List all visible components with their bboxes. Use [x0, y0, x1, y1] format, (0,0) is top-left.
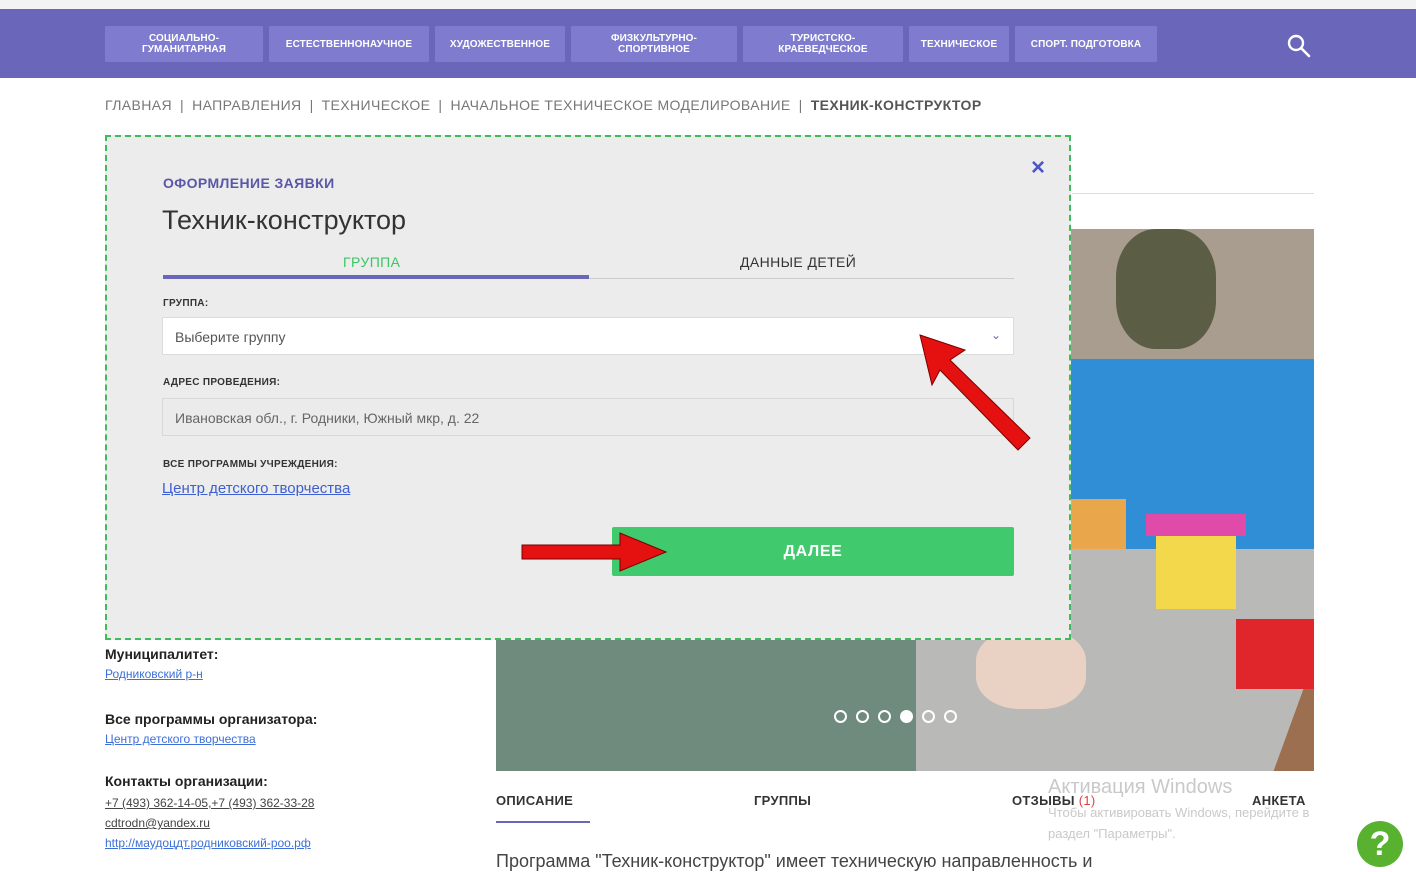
description-text: Программа "Техник-конструктор" имеет тех… — [496, 851, 1093, 871]
arrow-to-next-icon — [521, 532, 668, 572]
nav-label: ЕСТЕСТВЕННОНАУЧНОЕ — [285, 38, 413, 50]
modal-title: Техник-конструктор — [162, 205, 407, 235]
arrow-to-select-icon — [919, 334, 1031, 451]
breadcrumb-modeling[interactable]: НАЧАЛЬНОЕ ТЕХНИЧЕСКОЕ МОДЕЛИРОВАНИЕ — [450, 97, 790, 113]
nav-label: ТУРИСТСКО- КРАЕВЕДЧЕСКОЕ — [778, 33, 868, 55]
group-select[interactable]: Выберите группу ⌄ — [162, 317, 1014, 355]
nav-sport-training[interactable]: СПОРТ. ПОДГОТОВКА — [1015, 26, 1157, 62]
group-label: ГРУППА: — [163, 298, 209, 309]
tab-active-indicator — [163, 275, 589, 279]
address-value: Ивановская обл., г. Родники, Южный мкр, … — [175, 410, 480, 426]
modal-overline: ОФОРМЛЕНИЕ ЗАЯВКИ — [163, 175, 335, 191]
all-programs-modal-link[interactable]: Центр детского творчества — [162, 480, 350, 497]
photo-house-roof — [1146, 514, 1246, 536]
breadcrumb-home[interactable]: ГЛАВНАЯ — [105, 97, 172, 113]
contacts-email[interactable]: cdtrodn@yandex.ru — [105, 816, 210, 830]
nav-label: СОЦИАЛЬНО- ГУМАНИТАРНАЯ — [141, 33, 227, 55]
carousel-dot[interactable] — [878, 710, 891, 723]
breadcrumb-separator: | — [798, 97, 803, 113]
nav-sports[interactable]: ФИЗКУЛЬТУРНО- СПОРТИВНОЕ — [571, 26, 737, 62]
breadcrumb-technical[interactable]: ТЕХНИЧЕСКОЕ — [322, 97, 431, 113]
nav-tourism[interactable]: ТУРИСТСКО- КРАЕВЕДЧЕСКОЕ — [743, 26, 903, 62]
address-label: АДРЕС ПРОВЕДЕНИЯ: — [163, 377, 281, 388]
divider — [1072, 193, 1314, 194]
all-programs-link[interactable]: Центр детского творчества — [105, 732, 256, 746]
nav-label: ХУДОЖЕСТВЕННОЕ — [449, 38, 551, 50]
group-select-placeholder: Выберите группу — [175, 329, 286, 345]
windows-activation-line2: раздел "Параметры". — [1048, 826, 1176, 841]
tab-group[interactable]: ГРУППА — [343, 254, 400, 270]
nav-social-humanitarian[interactable]: СОЦИАЛЬНО- ГУМАНИТАРНАЯ — [105, 26, 263, 62]
top-navigation: СОЦИАЛЬНО- ГУМАНИТАРНАЯ ЕСТЕСТВЕННОНАУЧН… — [0, 9, 1416, 78]
breadcrumb-separator: | — [180, 97, 185, 113]
search-icon[interactable] — [1286, 33, 1312, 59]
municipality-link[interactable]: Родниковский р-н — [105, 667, 203, 681]
nav-technical[interactable]: ТЕХНИЧЕСКОЕ — [909, 26, 1009, 62]
nav-arts[interactable]: ХУДОЖЕСТВЕННОЕ — [435, 26, 565, 62]
contacts-website[interactable]: http://маудоцдт.родниковский-роо.рф — [105, 836, 311, 850]
tab-active-indicator — [496, 821, 590, 823]
next-button[interactable]: ДАЛЕЕ — [612, 527, 1014, 576]
breadcrumb: ГЛАВНАЯ | НАПРАВЛЕНИЯ | ТЕХНИЧЕСКОЕ | НАЧАЛЬНО… — [105, 97, 982, 113]
breadcrumb-separator: | — [438, 97, 443, 113]
carousel-dots — [834, 710, 957, 726]
tab-groups[interactable]: ГРУППЫ — [754, 793, 811, 808]
photo-hand — [976, 629, 1086, 709]
photo-house — [1156, 529, 1236, 609]
municipality-label: Муниципалитет: — [105, 646, 219, 662]
top-strip — [0, 0, 1416, 9]
breadcrumb-separator: | — [309, 97, 314, 113]
tab-children-data[interactable]: ДАННЫЕ ДЕТЕЙ — [740, 254, 856, 270]
nav-label: ФИЗКУЛЬТУРНО- СПОРТИВНОЕ — [610, 33, 697, 55]
windows-activation-line1: Чтобы активировать Windows, перейдите в — [1048, 805, 1310, 820]
help-button[interactable]: ? — [1357, 821, 1403, 867]
breadcrumb-current: ТЕХНИК-КОНСТРУКТОР — [810, 97, 982, 113]
carousel-dot[interactable] — [922, 710, 935, 723]
nav-natural-science[interactable]: ЕСТЕСТВЕННОНАУЧНОЕ — [269, 26, 429, 62]
breadcrumb-directions[interactable]: НАПРАВЛЕНИЯ — [192, 97, 301, 113]
photo-small-house — [1071, 499, 1126, 549]
carousel-dot-active[interactable] — [900, 710, 913, 723]
contacts-label: Контакты организации: — [105, 773, 268, 789]
tab-description[interactable]: ОПИСАНИЕ — [496, 793, 573, 808]
all-programs-label: Все программы организатора: — [105, 711, 318, 727]
photo-plant — [1116, 229, 1216, 349]
nav-label: ТЕХНИЧЕСКОЕ — [920, 38, 998, 50]
close-icon[interactable]: × — [1031, 154, 1045, 182]
nav-label: СПОРТ. ПОДГОТОВКА — [1030, 38, 1142, 50]
next-button-label: ДАЛЕЕ — [783, 542, 843, 560]
photo-red-block — [1236, 619, 1314, 689]
carousel-dot[interactable] — [944, 710, 957, 723]
carousel-dot[interactable] — [856, 710, 869, 723]
carousel-dot[interactable] — [834, 710, 847, 723]
all-programs-modal-label: ВСЕ ПРОГРАММЫ УЧРЕЖДЕНИЯ: — [163, 459, 338, 470]
address-field: Ивановская обл., г. Родники, Южный мкр, … — [162, 398, 1014, 436]
contacts-phones: +7 (493) 362-14-05,+7 (493) 362-33-28 — [105, 796, 315, 810]
windows-activation-title: Активация Windows — [1048, 776, 1233, 798]
